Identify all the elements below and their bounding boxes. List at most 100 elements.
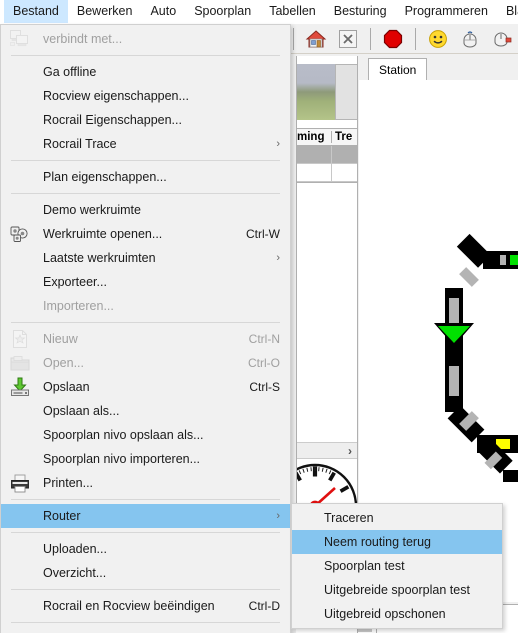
toolbar-icon-group [290,24,518,54]
menu-item-label: Uploaden... [43,542,107,556]
submenu-item-neem-routing-terug[interactable]: Neem routing terug [292,530,502,554]
submenu-item-uitgebreide-spoorplan-test[interactable]: Uitgebreide spoorplan test [292,578,502,602]
panel-divider [297,182,357,183]
close-icon[interactable] [335,26,361,52]
loco-table: ming Tre [297,128,357,182]
menu-item-label: verbindt met... [43,32,123,46]
column-header-tre[interactable]: Tre [332,131,357,143]
menu-item-rocrail-trace[interactable]: Rocrail Trace › [1,132,290,156]
menu-item-spoorplan-nivo-importeren[interactable]: Spoorplan nivo importeren... [1,447,290,471]
menu-item-rocrail-en-rocview-be-indigen[interactable]: Rocrail en Rocview beëindigen Ctrl-D [1,594,290,618]
submenu-item-label: Uitgebreid opschonen [324,607,446,621]
menu-item-plan-eigenschappen[interactable]: Plan eigenschappen... [1,165,290,189]
menubar-item-spoorplan[interactable]: Spoorplan [185,0,260,23]
menu-item-spoorplan-nivo-opslaan-als[interactable]: Spoorplan nivo opslaan als... [1,423,290,447]
save-icon [9,377,31,397]
menu-item-label: Laatste werkruimten [43,251,156,265]
menu-item-label: Rocrail Eigenschappen... [43,113,182,127]
menu-item-verbindt-met: verbindt met... [1,27,290,51]
toolbar-separator [293,28,294,50]
menubar-item-bestand[interactable]: Bestand [4,0,68,23]
submenu-item-label: Traceren [324,511,374,525]
menu-item-shortcut: Ctrl-O [248,356,280,370]
menu-item-label: Exporteer... [43,275,107,289]
menu-item-rocview-eigenschappen[interactable]: Rocview eigenschappen... [1,84,290,108]
menu-item-shortcut: Ctrl-S [249,380,280,394]
toolbar-separator [415,28,416,50]
track-segment-group [434,233,518,482]
chevron-right-icon: › [276,138,280,150]
menu-item-label: Demo werkruimte [43,203,141,217]
menu-item-shortcut: Ctrl-N [248,332,280,346]
menu-item-label: Open... [43,356,84,370]
menu-item-label: Opslaan als... [43,404,120,418]
loco-thumbnail [297,64,335,120]
menubar-item-bladwijzers[interactable]: Bladwijzers [497,0,518,23]
menu-item-label: Opslaan [43,380,90,394]
application-window: ming Tre › Station Bestand Bewerken Auto… [0,0,518,633]
menu-item-label: Plan eigenschappen... [43,170,167,184]
stop-icon[interactable] [380,26,406,52]
submenu-item-traceren[interactable]: Traceren [292,506,502,530]
submenu-item-label: Spoorplan test [324,559,405,573]
menu-item-label: Spoorplan nivo importeren... [43,452,201,466]
menu-item-rocrail-eigenschappen[interactable]: Rocrail Eigenschappen... [1,108,290,132]
menu-item-uploaden[interactable]: Uploaden... [1,537,290,561]
column-header-ming[interactable]: ming [297,131,332,143]
plan-tab-strip: Station [359,56,518,80]
submenu-item-spoorplan-test[interactable]: Spoorplan test [292,554,502,578]
table-cell [297,164,332,181]
menu-item-nieuw: Nieuw Ctrl-N [1,327,290,351]
router-submenu[interactable]: Traceren Neem routing terug Spoorplan test… [291,503,503,629]
mouse-select-icon[interactable] [489,26,515,52]
table-row[interactable] [297,164,357,182]
menu-item-label: Nieuw [43,332,78,346]
menu-item-opslaan-als[interactable]: Opslaan als... [1,399,290,423]
table-cell [332,164,357,181]
menu-item-label: Spoorplan nivo opslaan als... [43,428,204,442]
loco-thumbnail-placeholder [335,64,357,120]
menu-item-opslaan[interactable]: Opslaan Ctrl-S [1,375,290,399]
table-cell [332,146,357,163]
menu-item-label: Ga offline [43,65,97,79]
menu-item-label: Router [43,509,81,523]
menu-separator [11,160,280,161]
menu-item-demo-werkruimte[interactable]: Demo werkruimte [1,198,290,222]
menubar-item-tabellen[interactable]: Tabellen [260,0,325,23]
menu-item-overzicht[interactable]: Overzicht... [1,561,290,585]
menu-item-printen[interactable]: Printen... [1,471,290,495]
menubar-item-auto[interactable]: Auto [141,0,185,23]
home-icon[interactable] [303,26,329,52]
menubar-item-besturing[interactable]: Besturing [325,0,396,23]
menu-separator [11,532,280,533]
menu-item-laatste-werkruimten[interactable]: Laatste werkruimten › [1,246,290,270]
menu-item-router[interactable]: Router › [1,504,290,528]
menu-item-open: Open... Ctrl-O [1,351,290,375]
new-file-icon [9,329,31,349]
table-header-row: ming Tre [297,128,357,146]
menu-item-label: Importeren... [43,299,114,313]
table-row[interactable] [297,146,357,164]
panel-expand-button[interactable]: › [297,442,357,459]
menu-separator [11,55,280,56]
menubar-item-programmeren[interactable]: Programmeren [396,0,497,23]
open-folder-icon [9,353,31,373]
menu-item-exporteer[interactable]: Exporteer... [1,270,290,294]
menu-item-ga-offline[interactable]: Ga offline [1,60,290,84]
toolbar-separator [370,28,371,50]
menubar-item-bewerken[interactable]: Bewerken [68,0,142,23]
menu-item-werkruimte-openen[interactable]: Werkruimte openen... Ctrl-W [1,222,290,246]
submenu-item-uitgebreid-opschonen[interactable]: Uitgebreid opschonen [292,602,502,626]
submenu-item-label: Neem routing terug [324,535,432,549]
tab-station[interactable]: Station [368,58,428,80]
file-menu-dropdown[interactable]: verbindt met... Ga offline Rocview eigensc… [0,24,291,633]
menu-separator [11,499,280,500]
smiley-icon[interactable] [425,26,451,52]
gears-icon [9,224,31,244]
menu-item-shortcut: Ctrl-D [248,599,280,613]
submenu-item-label: Uitgebreide spoorplan test [324,583,470,597]
menu-bar: Bestand Bewerken Auto Spoorplan Tabellen… [0,0,518,24]
mouse-icon[interactable] [457,26,483,52]
menu-item-afsluiten[interactable]: Afsluiten [1,627,290,633]
menu-item-importeren: Importeren... [1,294,290,318]
